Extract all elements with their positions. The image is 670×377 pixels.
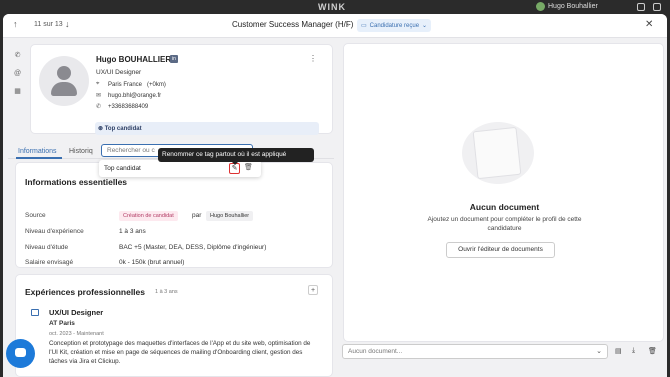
documents-empty-subtitle: Ajoutez un document pour compléter le pr…: [427, 216, 582, 232]
trash-icon[interactable]: 🗑: [244, 163, 253, 171]
app-logo: WINK: [318, 2, 346, 12]
documents-empty-title: Aucun document: [469, 202, 540, 212]
calendar-icon[interactable]: ▦: [13, 87, 22, 96]
phone-text: +33683688409: [108, 103, 149, 110]
briefcase-icon: [31, 309, 39, 316]
user-name: Hugo Bouhallier: [548, 3, 598, 10]
inbox-icon: ▭: [361, 23, 367, 29]
candidate-role: UX/UI Designer: [96, 69, 142, 76]
experience-value: 1 à 3 ans: [119, 228, 146, 235]
phone-row[interactable]: ✆ +33683688409: [96, 103, 149, 111]
more-options-icon[interactable]: ⋮: [309, 54, 317, 63]
essentials-card: Informations essentielles Source Créatio…: [15, 162, 333, 268]
status-dropdown[interactable]: ▭ Candidature reçue ⌄: [357, 19, 432, 32]
tag-icon: ⊛: [98, 126, 105, 132]
contact-sidebar: ✆ @ ▦: [8, 42, 26, 108]
education-value: BAC +5 (Master, DEA, DESS, Diplôme d'ing…: [119, 244, 267, 251]
chevron-down-icon: ⌄: [596, 348, 602, 355]
document-page-icon: [472, 126, 522, 180]
app-topbar: WINK Hugo Bouhallier: [0, 0, 670, 14]
candidate-position: 11 sur 13: [34, 21, 63, 28]
chevron-right-icon: ›: [347, 20, 350, 29]
location-pin-icon: ⌖: [96, 81, 100, 87]
education-label: Niveau d'étude: [25, 244, 69, 251]
mail-icon: ✉: [96, 93, 102, 99]
profile-card: Hugo BOUHALLIER in ⋮ UX/UI Designer ⌖ Pa…: [30, 44, 333, 134]
tag-label: Top candidat: [104, 126, 142, 132]
rename-tooltip: Renommer ce tag partout où il est appliq…: [158, 148, 314, 162]
linkedin-icon[interactable]: in: [170, 55, 178, 63]
dropdown-item-top-candidat[interactable]: Top candidat: [104, 165, 141, 172]
email-row[interactable]: ✉ hugo.bhl@orange.fr: [96, 92, 162, 100]
experiences-card: Expériences professionnelles 1 à 3 ans +…: [15, 274, 333, 377]
experiences-duration: 1 à 3 ans: [155, 289, 178, 295]
tab-informations[interactable]: Informations: [18, 148, 57, 155]
job-title[interactable]: Customer Success Manager (H/F): [232, 20, 353, 29]
modal-header: ↑ 11 sur 13 ↓ Customer Success Manager (…: [3, 14, 667, 38]
experience-label: Niveau d'expérience: [25, 228, 84, 235]
experience-title: UX/UI Designer: [49, 308, 104, 317]
phone-icon: ✆: [96, 104, 102, 110]
experience-company: AT Paris: [49, 320, 75, 327]
experience-description: Conception et prototypage des maquettes …: [49, 340, 311, 365]
document-select[interactable]: Aucun document... ⌄: [342, 344, 608, 359]
chat-bubble-icon[interactable]: [6, 339, 35, 368]
close-icon[interactable]: ✕: [645, 19, 653, 30]
download-icon[interactable]: ⤓: [632, 347, 635, 355]
status-label: Candidature reçue: [369, 22, 420, 29]
candidate-name: Hugo BOUHALLIER: [96, 55, 172, 64]
previous-arrow-icon[interactable]: ↑: [13, 19, 18, 29]
location-row: ⌖ Paris France (+0km): [96, 81, 166, 88]
candidate-panel: ✆ @ ▦ Hugo BOUHALLIER in ⋮ UX/UI Designe…: [8, 42, 334, 377]
chevron-down-icon: ⌄: [422, 23, 428, 29]
user-menu[interactable]: Hugo Bouhallier: [536, 2, 598, 11]
document-select-placeholder: Aucun document...: [348, 348, 403, 355]
add-experience-button[interactable]: +: [308, 285, 318, 295]
phone-icon[interactable]: ✆: [13, 51, 22, 60]
by-label: par: [192, 212, 202, 219]
tooltip-arrow: [231, 161, 239, 165]
email-text: hugo.bhl@orange.fr: [108, 92, 162, 99]
source-badge: Création de candidat: [119, 211, 178, 221]
next-arrow-icon[interactable]: ↓: [65, 19, 70, 29]
trash-icon[interactable]: 🗑: [648, 347, 657, 355]
salary-label: Salaire envisagé: [25, 259, 74, 266]
salary-value: 0k - 150k (brut annuel): [119, 259, 185, 266]
edit-document-icon[interactable]: ▤: [615, 347, 622, 355]
user-avatar: [536, 2, 545, 11]
essentials-title: Informations essentielles: [25, 177, 128, 187]
tag-top-candidat[interactable]: ⊛ Top candidat: [95, 122, 319, 135]
experience-dates: oct. 2023 - Maintenant: [49, 331, 104, 337]
avatar: [39, 56, 89, 106]
candidate-modal: ↑ 11 sur 13 ↓ Customer Success Manager (…: [3, 14, 667, 377]
distance-text: (+0km): [147, 81, 166, 88]
location-text: Paris France: [108, 81, 143, 88]
creator-badge: Hugo Bouhallier: [206, 211, 254, 221]
tab-historique[interactable]: Historiq: [69, 148, 93, 155]
at-icon[interactable]: @: [13, 69, 22, 78]
open-document-editor-button[interactable]: Ouvrir l'éditeur de documents: [446, 242, 555, 258]
documents-panel: Aucun document Ajoutez un document pour …: [343, 43, 664, 342]
experiences-title: Expériences professionnelles: [25, 287, 145, 297]
notifications-icon[interactable]: [653, 3, 661, 11]
tab-active-underline: [16, 157, 62, 159]
settings-icon[interactable]: [637, 3, 645, 11]
source-label: Source: [25, 212, 46, 219]
tag-search-placeholder: Rechercher ou c: [107, 147, 155, 154]
